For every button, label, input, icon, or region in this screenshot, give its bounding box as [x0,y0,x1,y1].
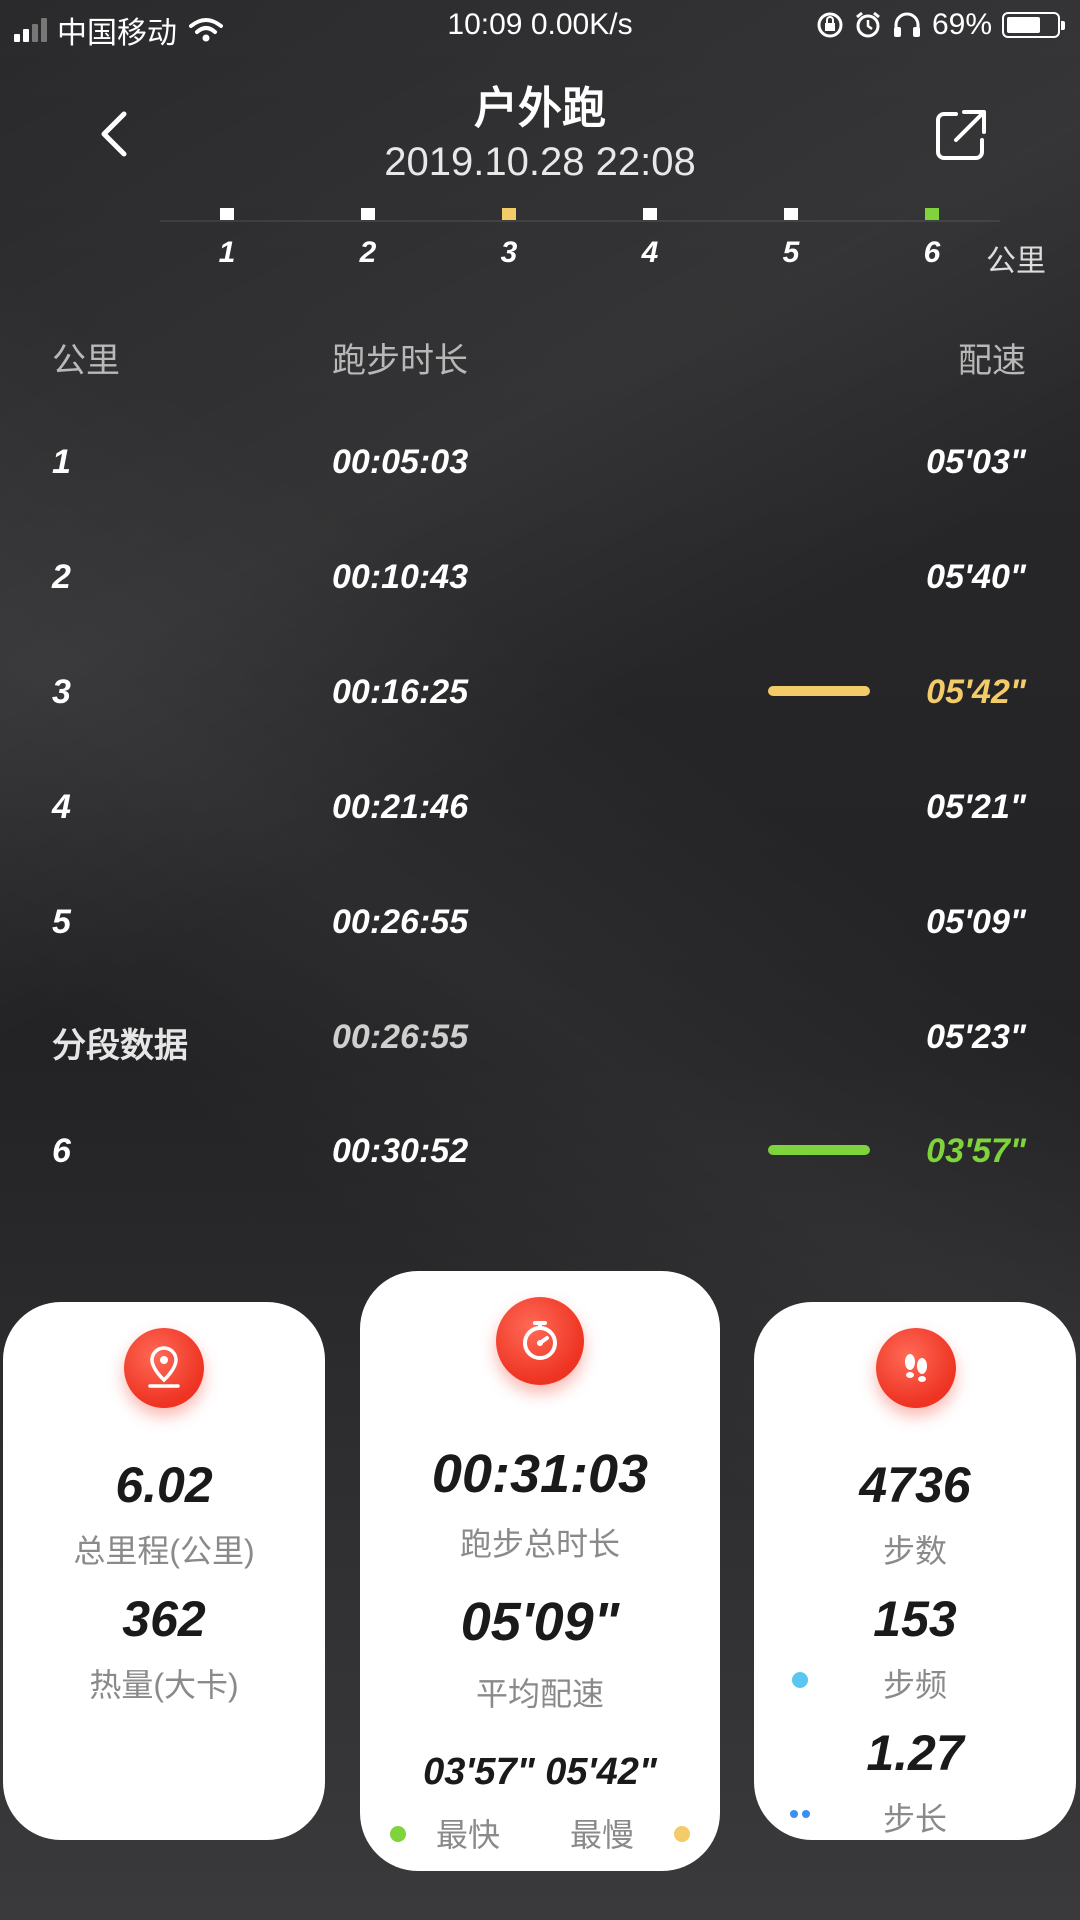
row-duration: 00:26:55 [332,903,469,941]
slowest-pace-bar [768,686,870,696]
alarm-icon [856,11,880,38]
calories-value: 362 [122,1591,206,1647]
calories-label: 热量(大卡) [89,1667,239,1703]
km-marker-label: 5 [782,236,800,269]
row-km: 4 [52,788,71,826]
footprints-icon [876,1328,956,1408]
km-marker [784,208,798,220]
km-marker [361,208,375,220]
row-pace: 05'21" [926,788,1026,826]
page-title: 户外跑 [474,84,606,133]
row-pace: 05'03" [926,443,1026,481]
cadence-label: 步频 [882,1667,947,1703]
battery-icon [1002,12,1065,38]
battery-fill [1007,17,1040,33]
distance-value: 6.02 [115,1457,213,1513]
row-pace: 05'40" [926,558,1026,596]
headphones-icon [893,12,920,37]
row-km: 分段数据 [52,1027,188,1065]
avg-pace-value: 05'09" [460,1592,620,1652]
km-marker [502,208,516,220]
avg-pace-label: 平均配速 [475,1676,604,1712]
col-header-duration: 跑步时长 [332,342,468,380]
row-km: 3 [52,673,71,711]
km-marker-label: 4 [641,236,659,269]
status-right: 69% [816,8,1065,42]
battery-percent: 69% [931,8,992,41]
col-header-pace: 配速 [958,342,1026,380]
row-duration: 00:05:03 [332,443,469,481]
km-marker-label: 2 [359,236,377,269]
distance-card: 6.02 总里程(公里) 362 热量(大卡) [3,1302,325,1840]
run-datetime: 2019.10.28 22:08 [384,140,696,184]
row-pace: 05'09" [926,903,1026,941]
km-marker-label: 1 [218,236,236,269]
fastest-pace-bar [768,1145,870,1155]
fastest-dot [390,1826,406,1842]
distance-label: 总里程(公里) [73,1533,255,1569]
km-marker-label: 3 [500,236,518,269]
row-duration: 00:26:55 [332,1018,469,1056]
row-pace: 05'42" [926,673,1026,711]
fastest-label: 最快 [436,1817,501,1853]
stride-label: 步长 [882,1801,947,1837]
km-unit: 公里 [986,245,1046,278]
row-km: 1 [52,443,71,481]
row-duration: 00:10:43 [332,558,469,596]
stopwatch-icon [496,1297,584,1385]
row-duration: 00:30:52 [332,1132,469,1170]
steps-card: 4736 步数 153 步频 1.27 步长 [754,1302,1076,1840]
fast-slow-pace-values: 03'57" 05'42" [423,1751,657,1793]
row-km: 6 [52,1132,71,1170]
total-duration-label: 跑步总时长 [459,1526,620,1562]
km-marker [220,208,234,220]
share-icon[interactable] [934,108,988,162]
steps-label: 步数 [882,1533,947,1569]
slowest-dot [674,1826,690,1842]
rotation-lock-icon [817,12,843,38]
row-duration: 00:16:25 [332,673,469,711]
row-pace: 05'23" [926,1018,1026,1056]
row-km: 5 [52,903,71,941]
row-pace: 03'57" [926,1132,1026,1170]
slowest-label: 最慢 [570,1817,635,1853]
km-marker [643,208,657,220]
steps-value: 4736 [859,1457,971,1513]
location-pin-icon [124,1328,204,1408]
km-marker-label: 6 [923,236,941,269]
stride-value: 1.27 [866,1725,964,1781]
km-marker [925,208,939,220]
total-duration-value: 00:31:03 [431,1444,649,1504]
time-card: 00:31:03 跑步总时长 05'09" 平均配速 03'57" 05'42"… [360,1271,720,1871]
row-duration: 00:21:46 [332,788,469,826]
km-strip-line [160,220,1000,222]
status-bar: 中国移动 10:09 0.00K/s 69% [0,0,1080,54]
row-km: 2 [52,558,71,596]
col-header-km: 公里 [52,342,120,380]
cadence-value: 153 [873,1591,957,1647]
